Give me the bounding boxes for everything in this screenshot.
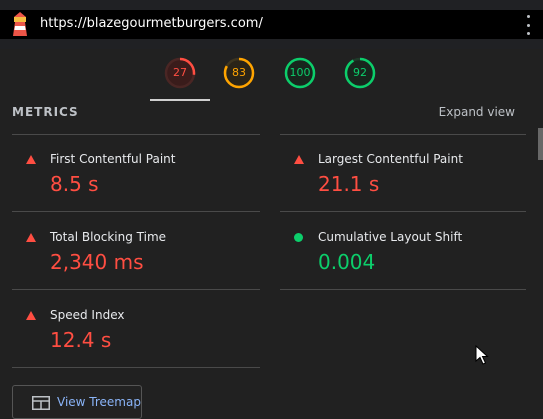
- fail-triangle-icon: [26, 155, 36, 165]
- divider: [12, 367, 260, 368]
- divider: [12, 211, 260, 212]
- metric-label: First Contentful Paint: [50, 152, 176, 166]
- performance-gauge[interactable]: 27: [163, 56, 197, 90]
- fail-triangle-icon: [26, 311, 36, 321]
- seo-score: 92: [353, 66, 367, 79]
- metric-value: 8.5 s: [50, 172, 99, 196]
- best-practices-gauge[interactable]: 100: [283, 56, 317, 90]
- lighthouse-logo-icon: [11, 12, 29, 42]
- metric-label: Speed Index: [50, 308, 125, 322]
- fail-triangle-icon: [294, 155, 304, 165]
- accessibility-gauge[interactable]: 83: [222, 56, 256, 90]
- divider: [12, 289, 260, 290]
- scrollbar[interactable]: [538, 128, 543, 160]
- best-practices-score: 100: [289, 66, 311, 79]
- mouse-cursor-icon: [475, 344, 489, 369]
- divider: [280, 134, 526, 135]
- accessibility-score: 83: [232, 66, 246, 79]
- page-url[interactable]: https://blazegourmetburgers.com/: [40, 16, 263, 31]
- seo-gauge[interactable]: 92: [343, 56, 377, 90]
- view-treemap-button[interactable]: View Treemap: [12, 385, 142, 419]
- metrics-heading: METRICS: [12, 105, 79, 119]
- treemap-icon: [32, 395, 50, 414]
- metric-value: 0.004: [318, 250, 376, 274]
- expand-view-toggle[interactable]: Expand view: [439, 105, 515, 119]
- metric-label: Total Blocking Time: [50, 230, 167, 244]
- active-gauge-indicator: [150, 99, 210, 101]
- metric-value: 2,340 ms: [50, 250, 144, 274]
- metric-label: Largest Contentful Paint: [318, 152, 463, 166]
- view-treemap-label: View Treemap: [57, 395, 141, 409]
- fail-triangle-icon: [26, 233, 36, 243]
- performance-score: 27: [173, 66, 187, 79]
- divider: [280, 289, 526, 290]
- divider: [280, 211, 526, 212]
- metric-label: Cumulative Layout Shift: [318, 230, 463, 244]
- pass-circle-icon: [294, 233, 304, 243]
- divider: [12, 134, 260, 135]
- metric-value: 21.1 s: [318, 172, 380, 196]
- metric-value: 12.4 s: [50, 328, 112, 352]
- more-options-icon[interactable]: [523, 15, 533, 35]
- top-bar: https://blazegourmetburgers.com/: [0, 0, 543, 49]
